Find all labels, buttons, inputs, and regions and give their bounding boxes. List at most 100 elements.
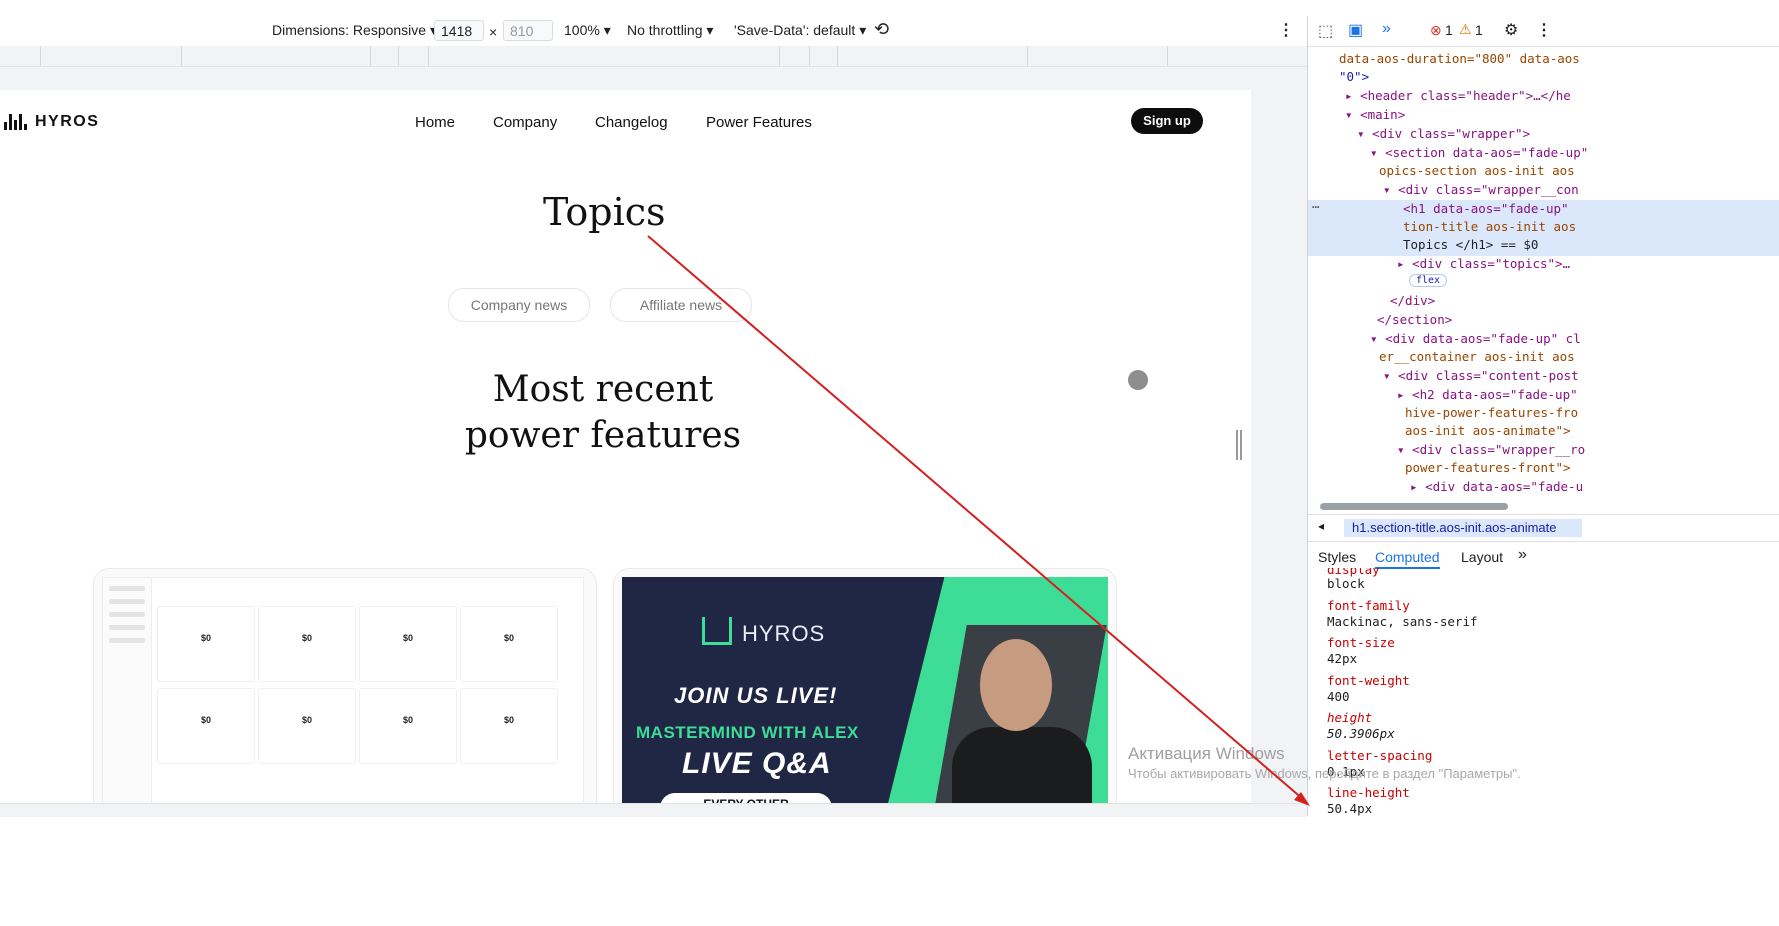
- promo-image: HYROS JOIN US LIVE! MASTERMIND WITH ALEX…: [622, 577, 1108, 803]
- elements-line[interactable]: opics-section aos-init aos: [1379, 163, 1575, 178]
- elements-line[interactable]: "0">: [1339, 69, 1369, 84]
- promo-line-2: MASTERMIND WITH ALEX: [636, 723, 859, 742]
- media-query-ruler[interactable]: [0, 46, 1307, 67]
- elements-line[interactable]: aos-init aos-animate">: [1405, 423, 1571, 438]
- device-toggle-icon[interactable]: ▣: [1348, 20, 1363, 40]
- elements-line[interactable]: hive-power-features-fro: [1405, 405, 1578, 420]
- zoom-label: 100%: [564, 22, 600, 38]
- computed-value: 50.3906px: [1327, 726, 1395, 741]
- horizontal-scrollbar[interactable]: [1320, 503, 1508, 510]
- topic-affiliate-news[interactable]: Affiliate news: [610, 288, 752, 322]
- devtools-toolbar: ⬚ ▣ » ⊗ 1 ⚠ 1 ⚙ ⋮: [1308, 16, 1779, 47]
- elements-line[interactable]: ▾ <div class="wrapper">: [1357, 126, 1530, 141]
- nav-power-features[interactable]: Power Features: [706, 114, 812, 131]
- height-input[interactable]: 810: [503, 20, 553, 41]
- times-sign: ×: [489, 24, 498, 40]
- throttle-label: No throttling: [627, 22, 703, 38]
- rotate-icon[interactable]: ⟲: [874, 19, 889, 40]
- promo-brand-icon: [702, 617, 732, 645]
- elements-line[interactable]: ▾ <main>: [1345, 107, 1405, 122]
- elements-line[interactable]: power-features-front">: [1405, 460, 1571, 475]
- dashboard-tile: $0: [258, 688, 356, 764]
- elements-line[interactable]: ▾ <section data-aos="fade-up": [1370, 145, 1588, 160]
- elements-line-selected[interactable]: tion-title aos-init aos: [1403, 219, 1576, 234]
- elements-line[interactable]: ▸ <h2 data-aos="fade-up": [1397, 387, 1578, 402]
- throttle-dropdown[interactable]: No throttling ▾: [627, 22, 713, 39]
- warning-count: 1: [1475, 22, 1483, 38]
- viewport-bottom-bar: [0, 803, 1307, 817]
- computed-value: 42px: [1327, 651, 1358, 666]
- windows-activation-text: Чтобы активировать Windows, перейдите в …: [1128, 766, 1521, 781]
- resize-handle[interactable]: [1236, 430, 1242, 460]
- presenter-body: [952, 727, 1092, 803]
- dashboard-tile: $0: [258, 606, 356, 682]
- dashboard-sidebar: [103, 578, 152, 803]
- save-data-label: 'Save-Data': default: [734, 22, 856, 38]
- more-tabs-icon[interactable]: »: [1382, 20, 1391, 38]
- save-data-dropdown[interactable]: 'Save-Data': default ▾: [734, 22, 866, 39]
- tab-styles[interactable]: Styles: [1318, 549, 1356, 565]
- elements-line[interactable]: data-aos-duration="800" data-aos: [1339, 51, 1580, 66]
- computed-prop[interactable]: font-weight: [1327, 673, 1410, 688]
- dashboard-tile: $0: [359, 606, 457, 682]
- computed-value: Mackinac, sans-serif: [1327, 614, 1478, 629]
- elements-line-selected[interactable]: <h1 data-aos="fade-up": [1403, 201, 1569, 216]
- elements-line[interactable]: ▸ <div class="topics">…: [1397, 256, 1570, 271]
- dimensions-label: Dimensions: Responsive: [272, 22, 427, 38]
- dashboard-tile: $0: [359, 688, 457, 764]
- nav-home[interactable]: Home: [415, 114, 455, 131]
- flex-badge[interactable]: flex: [1409, 274, 1448, 287]
- dashboard-tile: $0: [460, 606, 558, 682]
- elements-line[interactable]: </div>: [1390, 293, 1435, 308]
- devtools-menu-icon[interactable]: ⋮: [1536, 20, 1552, 40]
- computed-prop[interactable]: font-size: [1327, 635, 1395, 650]
- computed-value: block: [1327, 576, 1365, 591]
- tab-layout[interactable]: Layout: [1461, 549, 1503, 565]
- elements-line[interactable]: ▾ <div class="wrapper__ro: [1397, 442, 1585, 457]
- hyros-logo[interactable]: HYROS: [4, 113, 99, 131]
- breadcrumb-item[interactable]: h1.section-title.aos-init.aos-animate: [1344, 519, 1582, 537]
- computed-value: 50.4px: [1327, 801, 1373, 816]
- dashboard-tile: $0: [157, 688, 255, 764]
- error-icon[interactable]: ⊗: [1430, 22, 1442, 39]
- elements-line[interactable]: er__container aos-init aos: [1379, 349, 1575, 364]
- elements-line[interactable]: ▾ <div class="wrapper__con: [1383, 182, 1579, 197]
- more-style-tabs-icon[interactable]: »: [1518, 546, 1527, 564]
- warning-icon[interactable]: ⚠: [1459, 21, 1472, 38]
- more-options-icon[interactable]: ⋮: [1278, 20, 1294, 40]
- breadcrumb-back-icon[interactable]: ◂: [1318, 519, 1324, 533]
- nav-company[interactable]: Company: [493, 114, 557, 131]
- promo-line-1: JOIN US LIVE!: [674, 683, 838, 708]
- elements-line[interactable]: </section>: [1377, 312, 1452, 327]
- elements-line[interactable]: ▾ <div class="content-post: [1383, 368, 1579, 383]
- dimensions-dropdown[interactable]: Dimensions: Responsive ▾: [272, 22, 437, 39]
- computed-prop[interactable]: letter-spacing: [1327, 748, 1432, 763]
- computed-prop[interactable]: height: [1327, 710, 1372, 725]
- elements-line[interactable]: ▸ <header class="header">…</he: [1345, 88, 1571, 103]
- computed-prop[interactable]: font-family: [1327, 598, 1410, 613]
- elements-line[interactable]: ▸ <div data-aos="fade-u: [1410, 479, 1583, 494]
- tab-computed[interactable]: Computed: [1375, 549, 1440, 569]
- signup-button[interactable]: Sign up: [1131, 108, 1203, 134]
- topic-company-news[interactable]: Company news: [448, 288, 590, 322]
- dashboard-tile: $0: [157, 606, 255, 682]
- promo-card[interactable]: HYROS JOIN US LIVE! MASTERMIND WITH ALEX…: [613, 568, 1117, 803]
- dashboard-card[interactable]: $0 $0 $0 $0 $0 $0 $0 $0: [93, 568, 597, 803]
- elements-line-selected[interactable]: Topics </h1> == $0: [1403, 237, 1538, 252]
- elements-line[interactable]: ▾ <div data-aos="fade-up" cl: [1370, 331, 1581, 346]
- width-input[interactable]: 1418: [434, 20, 484, 41]
- emulated-page: HYROS Home Company Changelog Power Featu…: [0, 90, 1251, 803]
- computed-prop[interactable]: line-height: [1327, 785, 1410, 800]
- nav-changelog[interactable]: Changelog: [595, 114, 668, 131]
- inspect-icon[interactable]: ⬚: [1318, 21, 1333, 41]
- device-toolbar: Dimensions: Responsive ▾ 1418 × 810 100%…: [0, 16, 1307, 47]
- promo-brand: HYROS: [742, 621, 826, 646]
- error-count: 1: [1445, 22, 1453, 38]
- page-title: Topics: [543, 190, 666, 234]
- logo-mark-icon: [4, 114, 27, 130]
- zoom-dropdown[interactable]: 100% ▾: [564, 22, 611, 39]
- logo-text: HYROS: [35, 113, 100, 130]
- settings-icon[interactable]: ⚙: [1504, 20, 1518, 40]
- styles-tabs: Styles Computed Layout »: [1308, 544, 1779, 569]
- ellipsis-icon[interactable]: ⋯: [1312, 199, 1320, 214]
